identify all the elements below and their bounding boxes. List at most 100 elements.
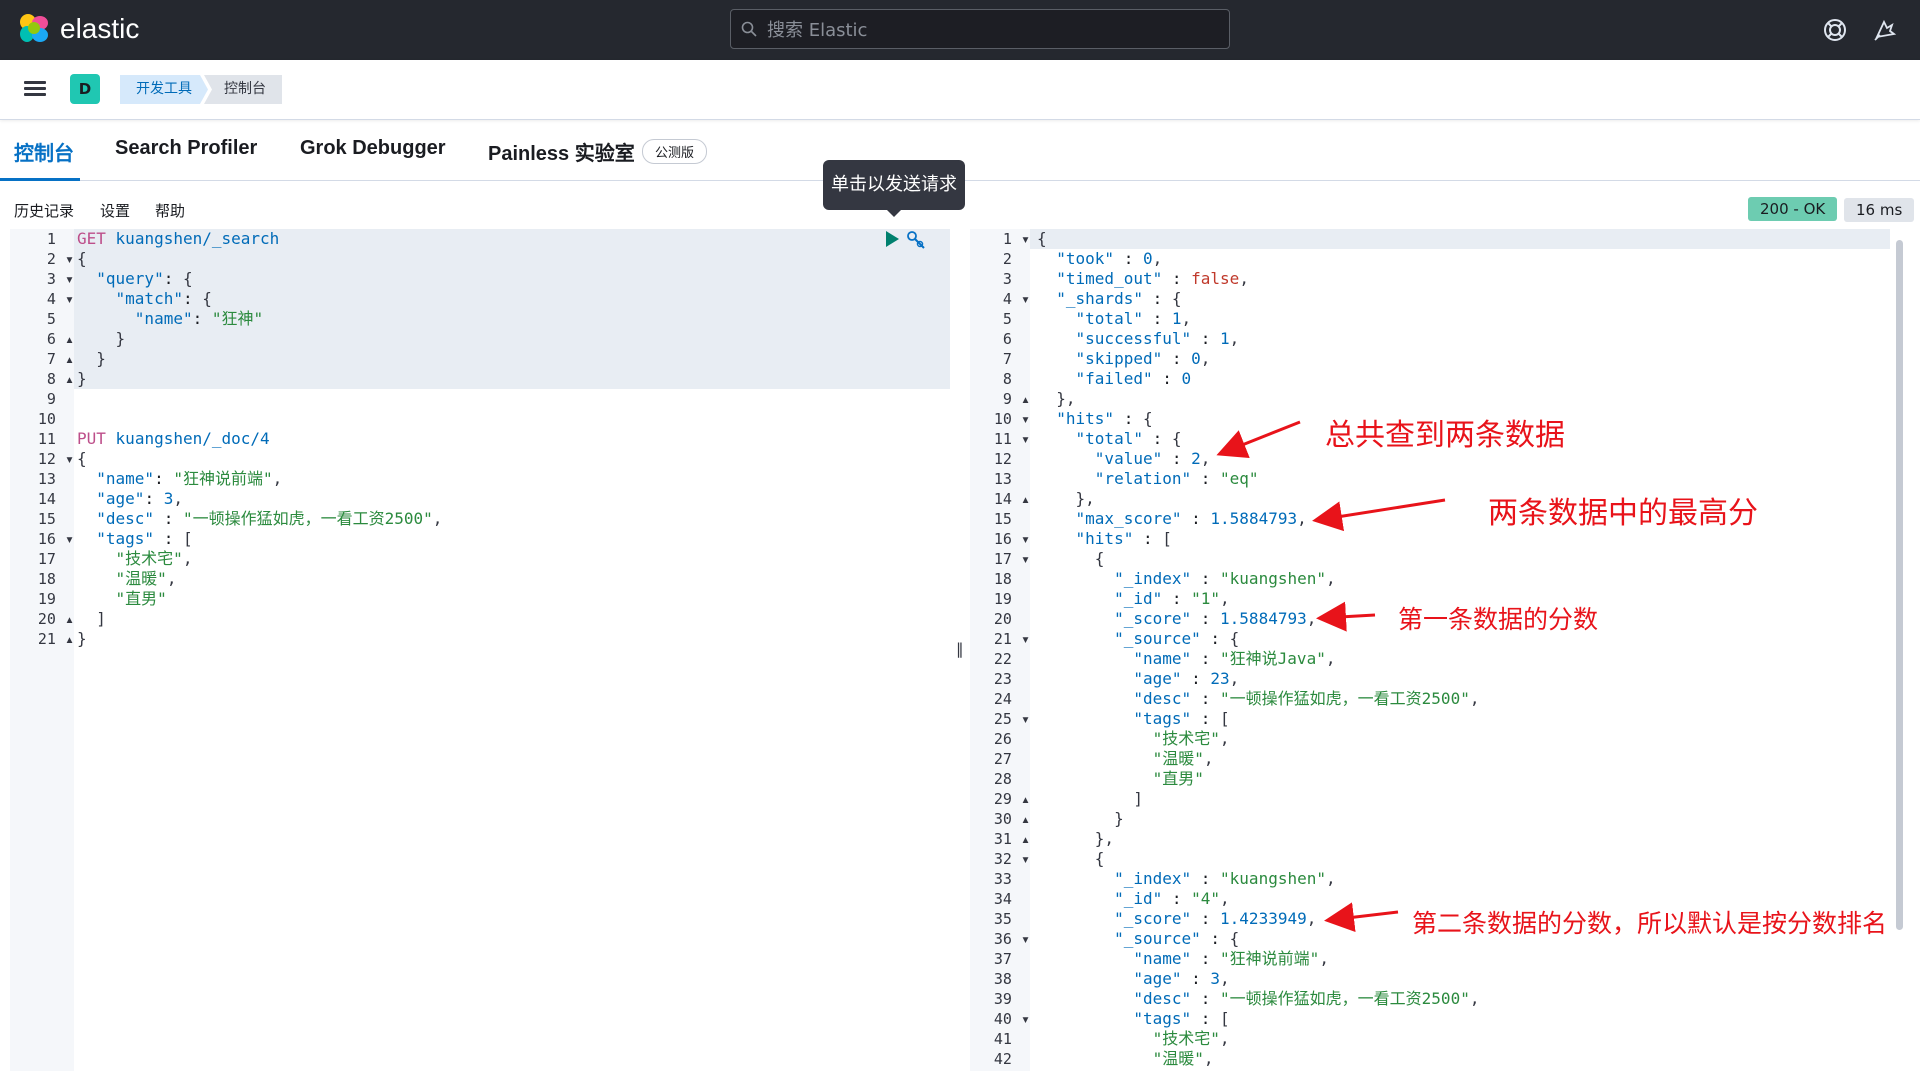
line-number: 4 ▾ <box>46 290 74 308</box>
code-line: "took" : 0, <box>1056 249 1163 268</box>
code-line: "successful" : 1, <box>1075 329 1240 348</box>
line-number: 13 <box>993 470 1030 488</box>
response-viewer: 1 ▾ 2 3 4 ▾ 5 6 7 8 9 ▴ 10 ▾ 11 ▾ 12 13 14 ▴ 1… <box>970 229 1890 1071</box>
logo-text: elastic <box>60 13 140 44</box>
tab-console[interactable]: 控制台 <box>14 137 74 166</box>
code-line: ] <box>77 609 106 628</box>
code-line: "直男" <box>115 589 167 608</box>
line-number: 16 ▾ <box>37 530 74 548</box>
code-line: "温暖", <box>115 569 177 588</box>
settings-link[interactable]: 设置 <box>100 200 130 221</box>
tab-painless-lab[interactable]: Painless 实验室 <box>488 137 635 166</box>
line-number: 26 <box>993 730 1030 748</box>
play-icon[interactable] <box>884 230 900 248</box>
code-line: PUT kuangshen/_doc/4 <box>77 429 270 448</box>
code-line: }, <box>1037 389 1076 408</box>
code-line: "_index" : "kuangshen", <box>1114 869 1336 888</box>
line-number: 6 ▴ <box>46 330 74 348</box>
line-number: 41 <box>993 1030 1030 1048</box>
beta-badge: 公测版 <box>642 139 708 164</box>
line-number: 29 ▴ <box>993 790 1030 808</box>
code-line: "_shards" : { <box>1056 289 1182 308</box>
elastic-logo[interactable]: elastic <box>18 12 139 46</box>
line-number: 3 ▾ <box>46 270 74 288</box>
code-line: { <box>1037 849 1105 868</box>
line-number: 24 <box>993 690 1030 708</box>
menu-toggle-icon[interactable] <box>24 78 46 100</box>
line-number: 6 <box>1002 330 1030 348</box>
line-number: 38 <box>993 970 1030 988</box>
request-editor[interactable]: 1 2 ▾ 3 ▾ 4 ▾ 5 6 ▴ 7 ▴ 8 ▴ 9 10 11 12 ▾ 13 14 … <box>10 229 950 1071</box>
panel-resize-handle[interactable]: ‖ <box>956 640 964 658</box>
code-line: "温暖", <box>1152 749 1214 768</box>
line-number: 5 <box>46 310 74 328</box>
line-number: 33 <box>993 870 1030 888</box>
line-number: 40 ▾ <box>993 1010 1030 1028</box>
help-icon[interactable] <box>1822 17 1848 43</box>
search-icon <box>741 21 757 37</box>
breadcrumb: 开发工具 控制台 <box>120 75 282 104</box>
code-line: "直男" <box>1152 769 1204 788</box>
line-number: 39 <box>993 990 1030 1008</box>
code-line: "desc" : "一顿操作猛如虎，一看工资2500", <box>1133 989 1480 1008</box>
code-line: "hits" : [ <box>1075 529 1172 548</box>
line-number: 8 <box>1002 370 1030 388</box>
annotation-total: 总共查到两条数据 <box>1325 418 1565 453</box>
line-number: 5 <box>1002 310 1030 328</box>
code-line: "name": "狂神" <box>134 309 264 328</box>
line-number: 30 ▴ <box>993 810 1030 828</box>
space-avatar[interactable]: D <box>70 74 100 104</box>
history-link[interactable]: 历史记录 <box>14 200 74 221</box>
line-number: 10 <box>37 410 74 428</box>
line-number: 36 ▾ <box>993 930 1030 948</box>
code-line: "_index" : "kuangshen", <box>1114 569 1336 588</box>
request-code[interactable]: GET kuangshen/_search{ "query": { "match… <box>77 229 937 1071</box>
newsfeed-icon[interactable] <box>1872 17 1898 43</box>
elastic-logo-icon <box>18 12 52 46</box>
code-line: "name": "狂神说前端", <box>96 469 283 488</box>
response-scrollbar[interactable] <box>1896 240 1903 930</box>
line-number: 1 ▾ <box>1002 230 1030 248</box>
code-line: } <box>77 629 87 648</box>
code-line: }, <box>1037 829 1115 848</box>
annotation-second-score: 第二条数据的分数，所以默认是按分数排名 <box>1412 909 1888 938</box>
wrench-icon[interactable] <box>906 230 926 250</box>
line-number: 13 <box>37 470 74 488</box>
annotation-first-score: 第一条数据的分数 <box>1398 605 1599 634</box>
code-line: "query": { <box>96 269 193 288</box>
code-line: } <box>77 329 126 348</box>
line-number: 18 <box>993 570 1030 588</box>
code-line: "relation" : "eq" <box>1094 469 1259 488</box>
code-line: "age": 3, <box>96 489 183 508</box>
search-input[interactable]: 搜索 Elastic <box>730 9 1230 49</box>
code-line: "age" : 3, <box>1133 969 1230 988</box>
line-number: 9 ▴ <box>1002 390 1030 408</box>
request-gutter: 1 2 ▾ 3 ▾ 4 ▾ 5 6 ▴ 7 ▴ 8 ▴ 9 10 11 12 ▾ 13 14 … <box>10 229 74 1071</box>
line-number: 27 <box>993 750 1030 768</box>
line-number: 42 <box>993 1050 1030 1068</box>
code-line: "match": { <box>115 289 212 308</box>
code-line: "desc" : "一顿操作猛如虎，一看工资2500", <box>1133 689 1480 708</box>
breadcrumb-console: 控制台 <box>204 75 282 104</box>
line-number: 31 ▴ <box>993 830 1030 848</box>
tab-search-profiler[interactable]: Search Profiler <box>115 137 257 160</box>
response-gutter: 1 ▾ 2 3 4 ▾ 5 6 7 8 9 ▴ 10 ▾ 11 ▾ 12 13 14 ▴ 1… <box>970 229 1030 1071</box>
line-number: 20 ▴ <box>37 610 74 628</box>
line-number: 19 <box>993 590 1030 608</box>
code-line: { <box>1037 229 1047 248</box>
line-number: 12 ▾ <box>37 450 74 468</box>
code-line: { <box>77 249 87 268</box>
code-line: } <box>1037 809 1124 828</box>
line-number: 17 <box>37 550 74 568</box>
line-number: 22 <box>993 650 1030 668</box>
code-line: "total" : 1, <box>1075 309 1192 328</box>
active-tab-underline <box>0 178 80 181</box>
line-number: 2 <box>1002 250 1030 268</box>
code-line: "温暖", <box>1152 1049 1214 1068</box>
breadcrumb-devtools[interactable]: 开发工具 <box>120 75 208 104</box>
line-number: 18 <box>37 570 74 588</box>
status-badge: 200 - OK <box>1748 197 1838 221</box>
help-link[interactable]: 帮助 <box>155 200 185 221</box>
line-number: 7 <box>1002 350 1030 368</box>
tab-grok-debugger[interactable]: Grok Debugger <box>300 137 446 160</box>
